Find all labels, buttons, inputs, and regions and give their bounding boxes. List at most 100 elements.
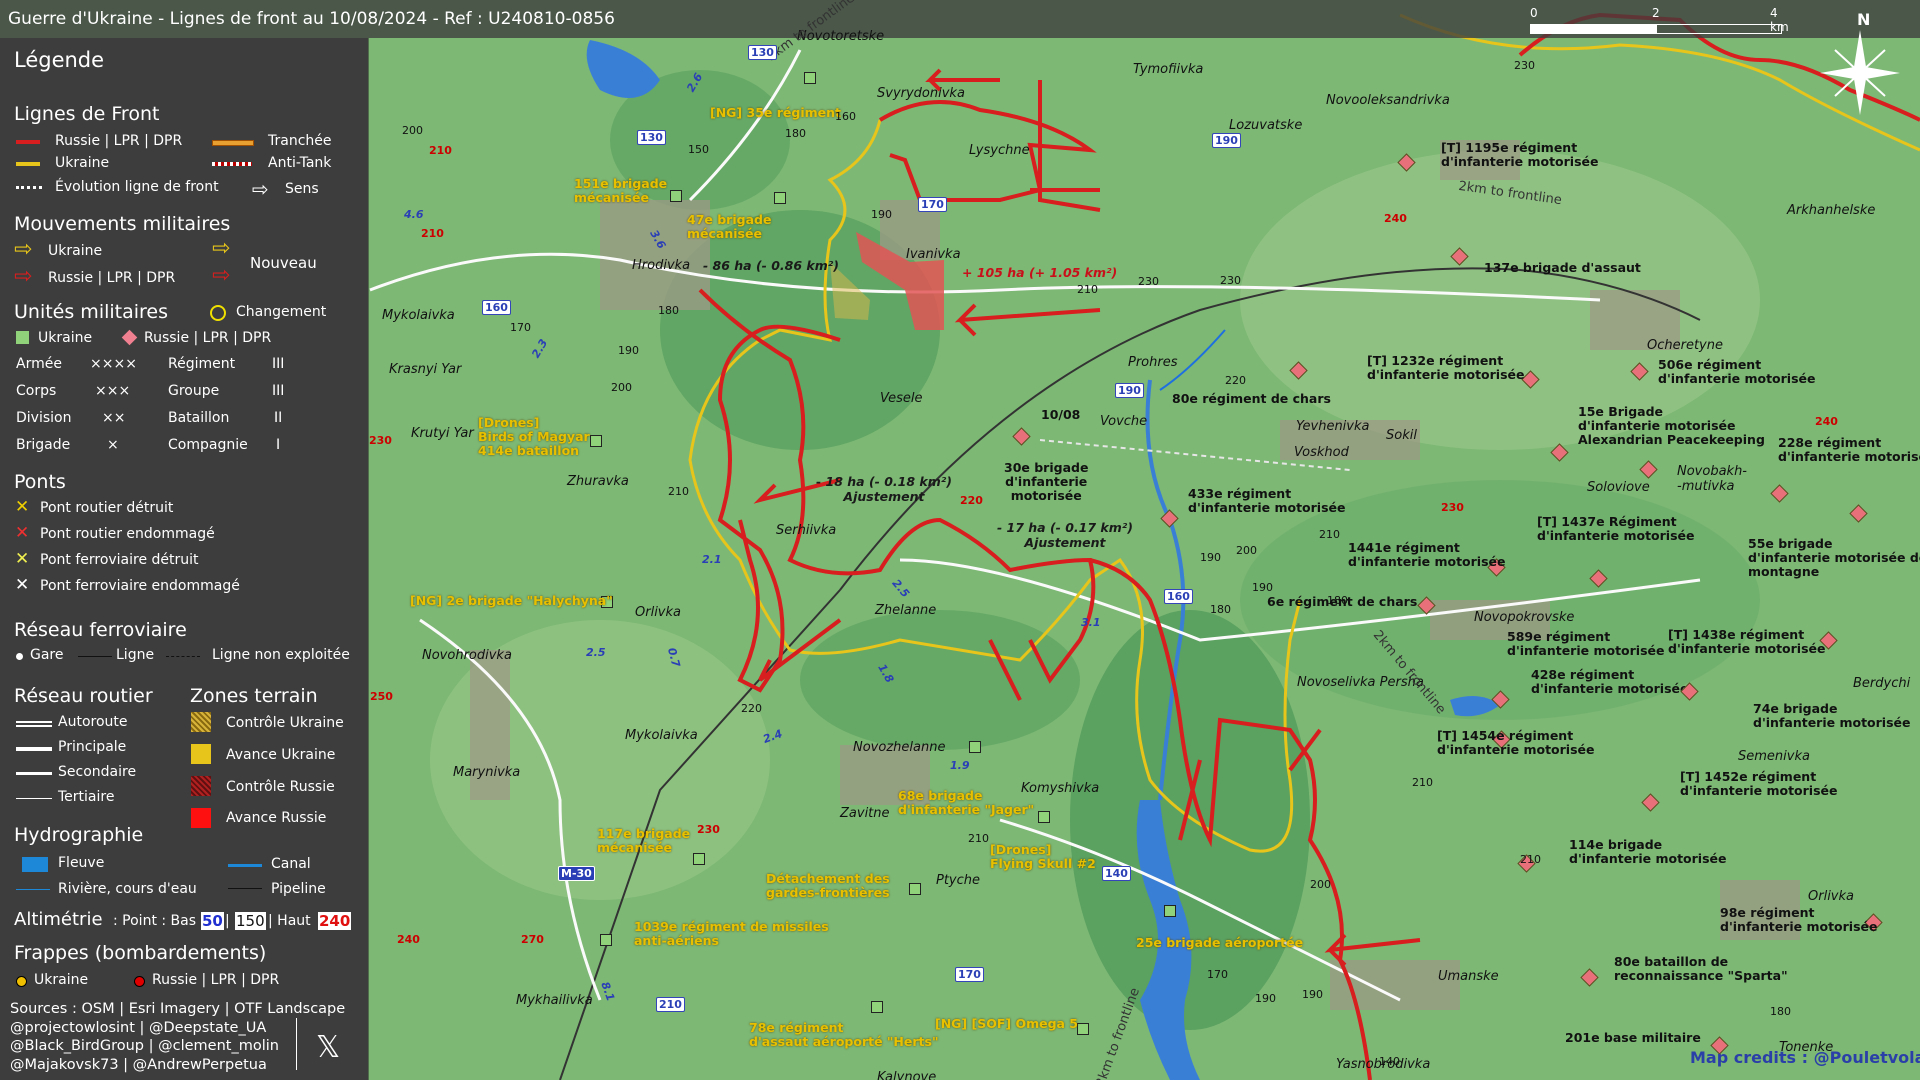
trench-swatch [212,140,254,146]
place-label: Arkhanhelske [1787,203,1876,218]
road-number: 190 [1212,133,1241,148]
legend-strike-russia: Russie | LPR | DPR [152,972,280,988]
place-label: Novohrodivka [422,648,512,663]
place-label: Marynivka [453,765,521,780]
legend-hydro-river: Fleuve [58,855,105,871]
russia-unit-label: [T] 1438e régiment d'infanterie motorisé… [1668,627,1826,656]
antitank-swatch [212,162,252,166]
place-label: Zhuravka [567,474,629,489]
legend-altimetry-text: : Point : Bas [113,913,197,929]
altitude-point: 220 [1225,374,1246,387]
sources-line: @projectowlosint | @Deepstate_UA [10,1019,267,1036]
russia-unit-label: 506e régiment d'infanterie motorisée [1658,357,1816,386]
place-label: Berdychi [1853,676,1911,691]
rail-line-swatch [78,656,112,657]
altitude-high: 270 [521,933,544,946]
ukraine-unit-marker[interactable] [670,190,682,202]
ukraine-unit-label: 47e brigade mécanisée [687,212,772,241]
ukraine-unit-marker[interactable] [693,853,705,865]
road-number: 160 [482,300,511,315]
legend-bridge-item: Pont routier endommagé [40,526,215,542]
legend-echelon-symbol: ×××× [90,356,137,372]
russia-line-swatch [16,140,40,144]
ukraine-unit-marker[interactable] [1164,905,1176,917]
russia-strike-swatch [134,976,145,987]
russia-unit-label: [T] 1195e régiment d'infanterie motorisé… [1441,140,1599,169]
date-marker: 10/08 [1041,407,1081,422]
altitude-point: 180 [1327,594,1348,607]
legend-echelon-label: Bataillon [168,410,230,426]
altitude-point: 190 [1200,551,1221,564]
altitude-high: 230 [369,434,392,447]
russia-new-arrow-icon: ⇨ [212,263,231,288]
place-label: Voskhod [1294,445,1349,460]
legend-move-new: Nouveau [250,254,317,272]
place-label: Serhiivka [776,523,837,538]
bridge-rail-destroyed-icon: ✕ [15,549,30,569]
altitude-high: 240 [397,933,420,946]
legend-echelon-label: Brigade [16,437,71,453]
altitude-point: 150 [688,143,709,156]
altitude-point: 170 [1207,968,1228,981]
place-label: Novooleksandrivka [1326,93,1450,108]
altitude-high: 250 [370,690,393,703]
map-title: Guerre d'Ukraine - Lignes de front au 10… [8,9,615,29]
altitude-point: 190 [1302,988,1323,1001]
bridge-road-destroyed-icon: ✕ [15,497,30,517]
russia-unit-label: 15e Brigade d'infanterie motorisée Alexa… [1578,404,1765,447]
legend-road-item: Principale [58,739,127,755]
place-label: Kalynove [877,1070,937,1080]
road-number: 130 [637,130,666,145]
station-swatch [16,653,23,660]
legend-move-ukraine: Ukraine [48,243,103,259]
legend-terrain-heading: Zones terrain [190,685,318,707]
ukraine-unit-marker[interactable] [1038,811,1050,823]
scale-bar: 0 2 4 km [1530,4,1789,34]
altitude-point: 180 [785,127,806,140]
road-number: 170 [955,967,984,982]
ukraine-unit-marker[interactable] [969,741,981,753]
russia-control-swatch [191,776,211,796]
ukraine-unit-marker[interactable] [871,1001,883,1013]
russia-unit-label: 228e régiment d'infanterie motorisée [1778,435,1920,464]
river-swatch [22,857,48,872]
place-label: Lozuvatske [1229,118,1303,133]
rail-unused-swatch [166,656,200,657]
x-logo-icon[interactable]: 𝕏 [316,1030,340,1065]
altitude-point: 200 [1236,544,1257,557]
legend-echelon-symbol: III [272,383,285,399]
altitude-point: 170 [510,321,531,334]
place-label: Novozhelanne [853,740,946,755]
ukraine-unit-marker[interactable] [909,883,921,895]
ukraine-unit-marker[interactable] [774,192,786,204]
ukraine-unit-marker[interactable] [590,435,602,447]
secondary-road-swatch [16,772,52,775]
ukraine-unit-marker[interactable] [1077,1023,1089,1035]
legend-altimetry-heading: Altimétrie [14,909,103,930]
altitude-point: 230 [1514,59,1535,72]
altitude-high: 230 [697,823,720,836]
altitude-point: 180 [1770,1005,1791,1018]
altitude-point: 190 [1252,581,1273,594]
ukraine-unit-marker[interactable] [804,72,816,84]
place-label: Orlivka [1808,889,1854,904]
russia-unit-label: 201e base militaire [1565,1030,1701,1045]
legend-echelon-symbol: I [276,437,281,453]
ukraine-line-swatch [16,162,40,166]
legend-hydro-heading: Hydrographie [14,824,144,846]
legend-echelon-label: Compagnie [168,437,248,453]
legend-echelon-label: Armée [16,356,62,372]
russia-unit-label: 30e brigade d'infanterie motorisée [1004,460,1089,503]
road-number: 140 [1102,866,1131,881]
ukraine-unit-label: 117e brigade mécanisée [597,826,691,855]
scale-tick-2: 2 [1652,6,1660,20]
altitude-point: 190 [871,208,892,221]
altitude-high: 240 [1815,415,1838,428]
altitude-point: 220 [741,702,762,715]
ukraine-unit-marker[interactable] [600,934,612,946]
altitude-high: 210 [429,144,452,157]
map-credits: Map credits : @Pouletvolant3 [1690,1048,1920,1067]
stream-swatch [16,889,50,890]
ukraine-control-swatch [191,712,211,732]
ukraine-move-arrow-icon: ⇨ [14,237,33,262]
